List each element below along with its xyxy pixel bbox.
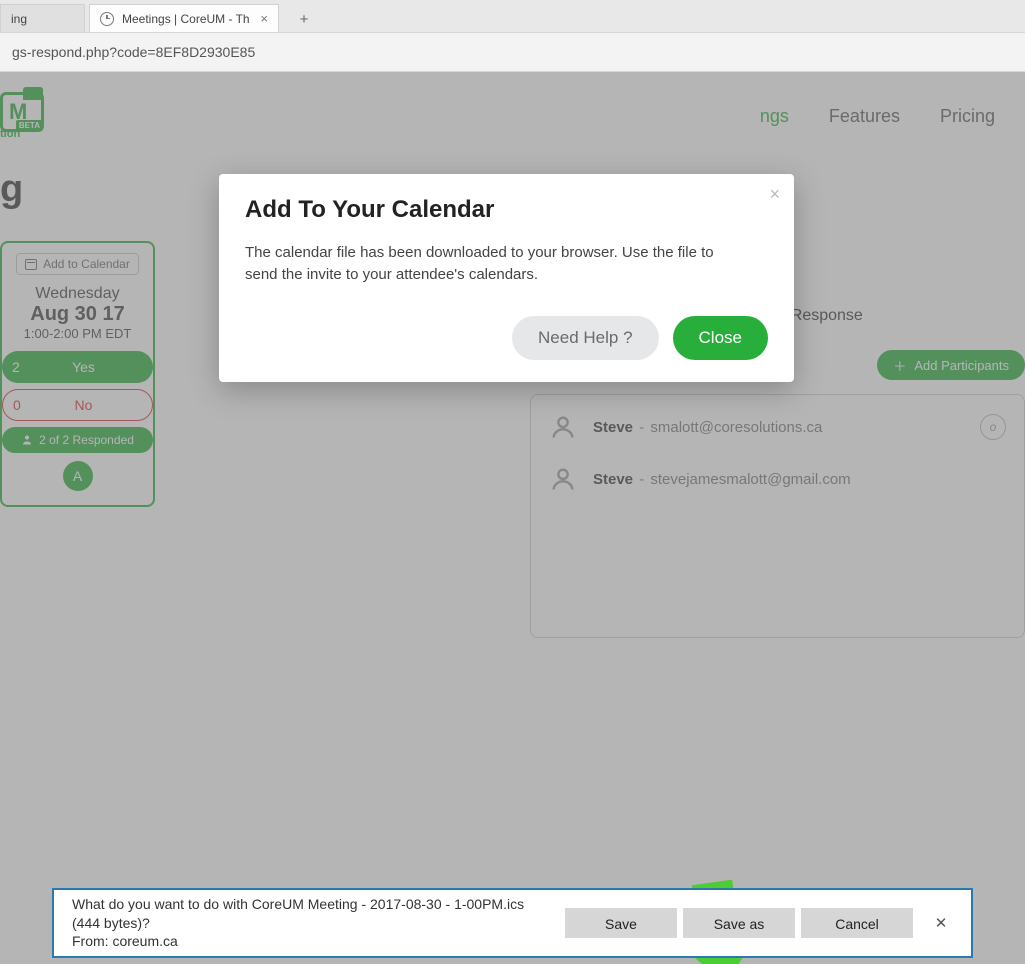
address-bar[interactable]: gs-respond.php?code=8EF8D2930E85 [0,32,1025,72]
download-question: What do you want to do with CoreUM Meeti… [72,895,524,914]
clock-icon [100,12,114,26]
close-button[interactable]: Close [673,316,768,360]
need-help-button[interactable]: Need Help ? [512,316,659,360]
modal-body: The calendar file has been downloaded to… [245,242,745,286]
download-source: From: coreum.ca [72,932,524,951]
browser-tab-inactive[interactable]: ing [0,4,85,32]
tab-title: Meetings | CoreUM - Th [122,12,250,26]
add-to-calendar-modal: × Add To Your Calendar The calendar file… [219,174,794,382]
save-button[interactable]: Save [565,908,677,938]
url-text: gs-respond.php?code=8EF8D2930E85 [12,44,255,60]
tab-title: ing [11,12,27,26]
browser-tab-active[interactable]: Meetings | CoreUM - Th × [89,4,279,32]
cancel-button[interactable]: Cancel [801,908,913,938]
new-tab-button[interactable]: + [289,6,319,32]
browser-tab-strip: ing Meetings | CoreUM - Th × + [0,0,1025,32]
download-bar: What do you want to do with CoreUM Meeti… [52,888,973,958]
download-size: (444 bytes)? [72,914,524,933]
modal-title: Add To Your Calendar [245,196,768,224]
close-icon[interactable]: × [260,11,268,26]
plus-icon: + [300,11,309,28]
close-icon[interactable]: × [769,184,780,205]
save-as-button[interactable]: Save as [683,908,795,938]
close-icon[interactable]: ✕ [929,911,953,935]
